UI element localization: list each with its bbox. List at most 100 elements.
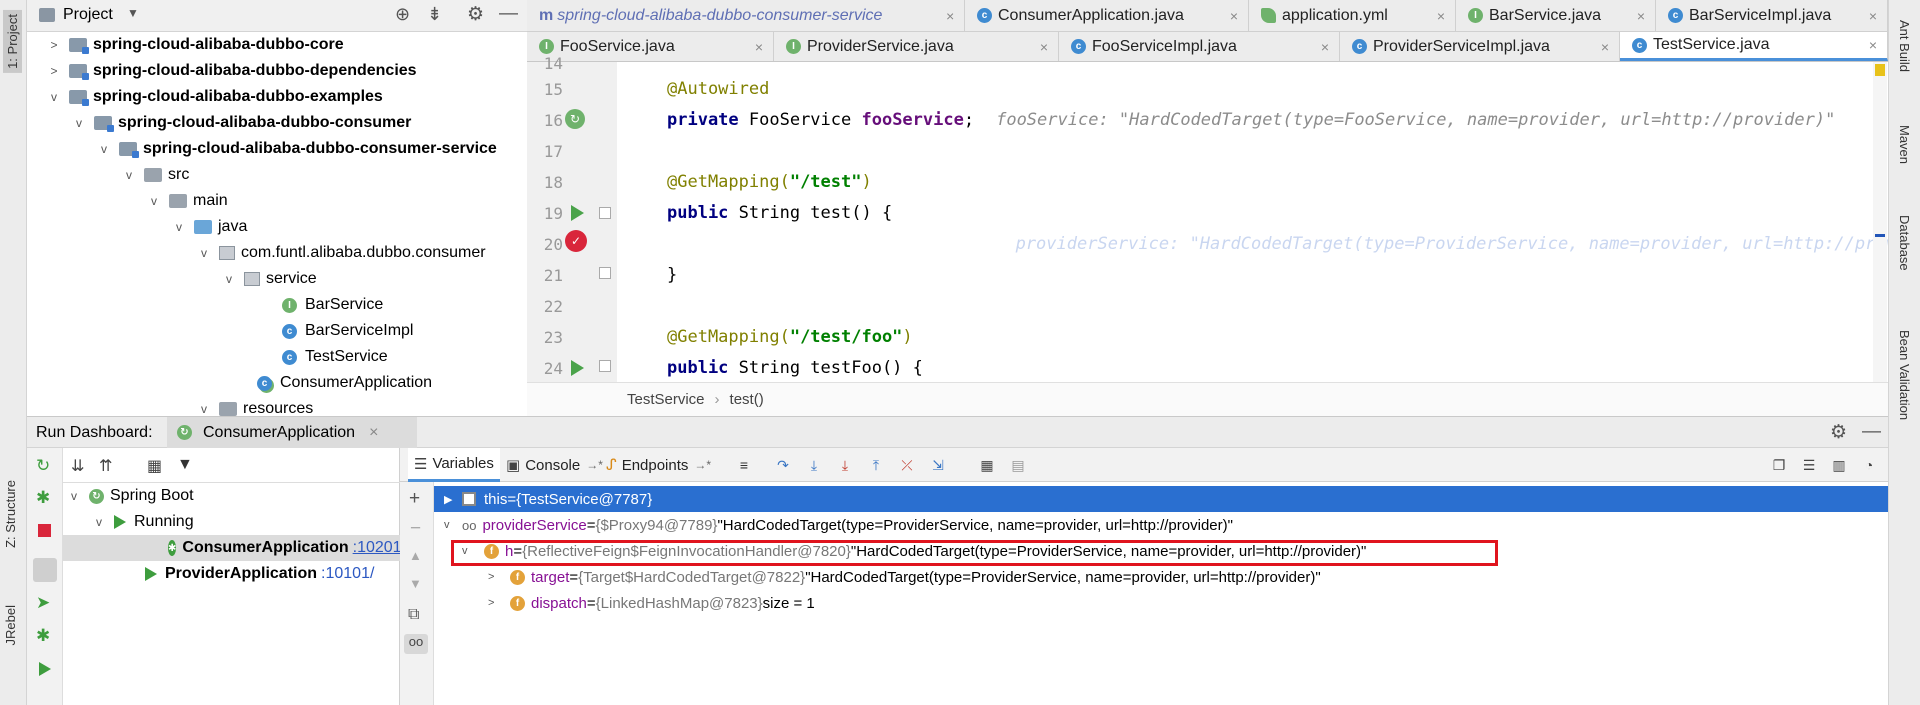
- tab-endpoints[interactable]: ᔑ Endpoints →*: [600, 448, 717, 482]
- project-tool-tab[interactable]: 1: Project: [3, 10, 22, 73]
- step-into-icon[interactable]: ⤓: [805, 456, 823, 474]
- run-to-cursor-icon[interactable]: ⇲: [929, 456, 947, 474]
- tab-test-service[interactable]: c TestService.java ×: [1620, 32, 1888, 61]
- minimize-icon[interactable]: —: [1862, 421, 1881, 443]
- tree-item[interactable]: v src: [122, 162, 189, 188]
- tree-item[interactable]: v resources: [197, 396, 313, 416]
- breadcrumb-method[interactable]: test(): [730, 391, 764, 408]
- database-tool-tab[interactable]: Database: [1897, 215, 1912, 271]
- chevron-down-icon[interactable]: v: [67, 489, 81, 503]
- tree-item[interactable]: c TestService: [282, 344, 388, 370]
- tab-consumer-application[interactable]: c ConsumerApplication.java ×: [965, 0, 1249, 31]
- autowired-bean-icon[interactable]: ↻: [565, 109, 585, 129]
- step-over-icon[interactable]: ↷: [774, 456, 792, 474]
- trace-icon[interactable]: ▤: [1009, 456, 1027, 474]
- chevron-down-icon[interactable]: v: [72, 116, 86, 130]
- breakpoint-icon[interactable]: ✓: [565, 230, 587, 252]
- drop-frame-icon[interactable]: ⤫: [898, 456, 916, 474]
- chevron-down-icon[interactable]: v: [47, 90, 61, 104]
- filter-icon[interactable]: ▼: [177, 456, 193, 474]
- chevron-right-icon[interactable]: >: [488, 597, 502, 609]
- memory-icon[interactable]: ◔: [1860, 456, 1878, 474]
- run-gutter-icon[interactable]: [571, 205, 584, 221]
- ant-build-tool-tab[interactable]: Ant Build: [1897, 20, 1912, 72]
- group-by-icon[interactable]: ▦: [147, 456, 162, 476]
- close-icon[interactable]: ×: [369, 424, 378, 442]
- columns-icon[interactable]: ▥: [1830, 456, 1848, 474]
- close-icon[interactable]: ×: [1869, 37, 1877, 53]
- chevron-down-icon[interactable]: v: [92, 515, 106, 529]
- tab-foo-service[interactable]: I FooService.java ×: [527, 32, 774, 61]
- minimize-icon[interactable]: —: [499, 3, 518, 25]
- close-icon[interactable]: ×: [1437, 8, 1445, 24]
- tree-item[interactable]: > spring-cloud-alibaba-dubbo-core: [47, 32, 344, 58]
- chevron-right-icon[interactable]: >: [488, 571, 502, 583]
- close-icon[interactable]: ×: [1230, 8, 1238, 24]
- variable-row-target[interactable]: > f target = {Target$HardCodedTarget@782…: [434, 564, 1888, 590]
- tree-item[interactable]: v java: [172, 214, 247, 240]
- breadcrumb-class[interactable]: TestService: [627, 391, 705, 408]
- collapse-all-icon[interactable]: ⇈: [99, 456, 112, 476]
- fold-icon[interactable]: [599, 207, 611, 219]
- close-icon[interactable]: ×: [755, 39, 763, 55]
- tree-item-spring-boot[interactable]: v ↻ Spring Boot: [67, 483, 194, 509]
- chevron-down-icon[interactable]: v: [147, 194, 161, 208]
- move-up-icon[interactable]: ▲: [409, 548, 422, 563]
- chevron-down-icon[interactable]: v: [197, 402, 211, 416]
- jrebel-tool-tab[interactable]: JRebel: [3, 605, 18, 645]
- app-port-link[interactable]: :10201/: [353, 539, 406, 557]
- spring-run-icon[interactable]: ➤: [36, 593, 50, 613]
- threads-icon[interactable]: ≡: [735, 456, 753, 474]
- fold-icon[interactable]: [599, 267, 611, 279]
- force-step-into-icon[interactable]: ⤓: [836, 456, 854, 474]
- tab-foo-service-impl[interactable]: c FooServiceImpl.java ×: [1059, 32, 1340, 61]
- list-icon[interactable]: ☰: [1800, 456, 1818, 474]
- tree-item[interactable]: v spring-cloud-alibaba-dubbo-examples: [47, 84, 383, 110]
- run-config-tab[interactable]: ↻ ConsumerApplication ×: [167, 417, 417, 448]
- spring-debug-icon[interactable]: ✱: [36, 626, 50, 646]
- chevron-down-icon[interactable]: v: [97, 142, 111, 156]
- run-icon[interactable]: [39, 662, 51, 676]
- tree-item[interactable]: c ConsumerApplication: [257, 370, 432, 396]
- chevron-right-icon[interactable]: ▶: [444, 493, 458, 506]
- expand-all-icon[interactable]: ⇊: [71, 456, 84, 476]
- warning-marker[interactable]: [1875, 64, 1885, 76]
- bean-validation-tool-tab[interactable]: Bean Validation: [1897, 330, 1912, 420]
- project-view-title[interactable]: Project: [63, 6, 113, 24]
- tab-console[interactable]: ▣ Console →*: [500, 448, 609, 482]
- tab-module[interactable]: m spring-cloud-alibaba-dubbo-consumer-se…: [527, 0, 965, 31]
- move-down-icon[interactable]: ▼: [409, 576, 422, 591]
- gear-icon[interactable]: ⚙: [1830, 421, 1847, 444]
- chevron-right-icon[interactable]: >: [47, 64, 61, 78]
- step-out-icon[interactable]: ⤒: [867, 456, 885, 474]
- show-watches-icon[interactable]: oo: [404, 634, 428, 654]
- evaluate-expression-icon[interactable]: ▦: [978, 456, 996, 474]
- close-icon[interactable]: ×: [1601, 39, 1609, 55]
- remove-watch-icon[interactable]: −: [410, 518, 421, 540]
- run-gutter-icon[interactable]: [571, 360, 584, 376]
- variable-row-this[interactable]: ▶ this = {TestService@7787}: [434, 486, 1888, 512]
- tree-item[interactable]: c BarServiceImpl: [282, 318, 413, 344]
- tree-item[interactable]: > spring-cloud-alibaba-dubbo-dependencie…: [47, 58, 417, 84]
- locate-icon[interactable]: ⊕: [395, 4, 410, 25]
- maven-tool-tab[interactable]: Maven: [1897, 125, 1912, 164]
- close-icon[interactable]: ×: [946, 8, 954, 24]
- chevron-down-icon[interactable]: v: [444, 519, 458, 531]
- layout-icon[interactable]: [33, 558, 57, 582]
- variable-row-dispatch[interactable]: > f dispatch = {LinkedHashMap@7823} size…: [434, 590, 1888, 616]
- debug-icon[interactable]: ✱: [36, 488, 50, 508]
- tab-bar-service[interactable]: I BarService.java ×: [1456, 0, 1656, 31]
- chevron-right-icon[interactable]: >: [47, 38, 61, 52]
- tree-item[interactable]: v service: [222, 266, 317, 292]
- stop-icon[interactable]: [38, 524, 51, 537]
- restore-layout-icon[interactable]: ❐: [1770, 456, 1788, 474]
- chevron-down-icon[interactable]: v: [122, 168, 136, 182]
- close-icon[interactable]: ×: [1869, 8, 1877, 24]
- collapse-all-icon[interactable]: ⇟: [427, 4, 442, 25]
- tree-item-provider-application[interactable]: ProviderApplication :10101/: [145, 561, 374, 587]
- fold-icon[interactable]: [599, 360, 611, 372]
- tree-item[interactable]: v com.funtl.alibaba.dubbo.consumer: [197, 240, 486, 266]
- tree-item-running[interactable]: v Running: [92, 509, 194, 535]
- add-watch-icon[interactable]: +: [409, 488, 420, 510]
- chevron-down-icon[interactable]: v: [222, 272, 236, 286]
